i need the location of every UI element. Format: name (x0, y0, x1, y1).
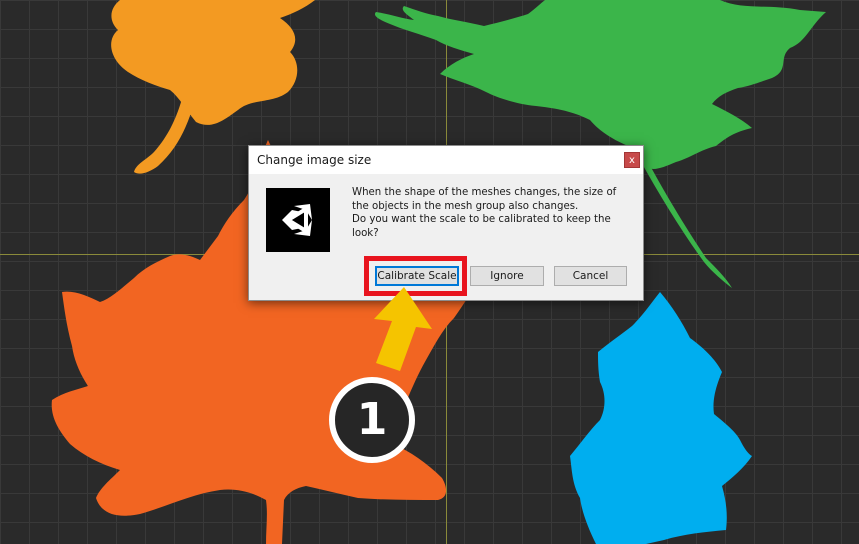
close-button[interactable]: x (624, 152, 640, 168)
cancel-button[interactable]: Cancel (554, 266, 627, 286)
blue-leaf (570, 292, 752, 544)
callout-arrow-icon (374, 287, 432, 371)
dialog-title: Change image size (257, 153, 372, 167)
message-line: Do you want the scale to be calibrated t… (352, 214, 611, 225)
message-line: When the shape of the meshes changes, th… (352, 187, 617, 198)
dialog-message: When the shape of the meshes changes, th… (352, 186, 622, 240)
editor-canvas[interactable]: Change image size x When the shape of th… (0, 0, 859, 544)
step-number-badge: 1 (329, 377, 415, 463)
unity-logo-icon (266, 188, 330, 252)
message-line: look? (352, 227, 379, 239)
message-line: the objects in the mesh group also chang… (352, 200, 579, 212)
close-icon: x (629, 155, 635, 166)
dialog-titlebar: Change image size x (249, 146, 643, 174)
ignore-button[interactable]: Ignore (470, 266, 544, 286)
